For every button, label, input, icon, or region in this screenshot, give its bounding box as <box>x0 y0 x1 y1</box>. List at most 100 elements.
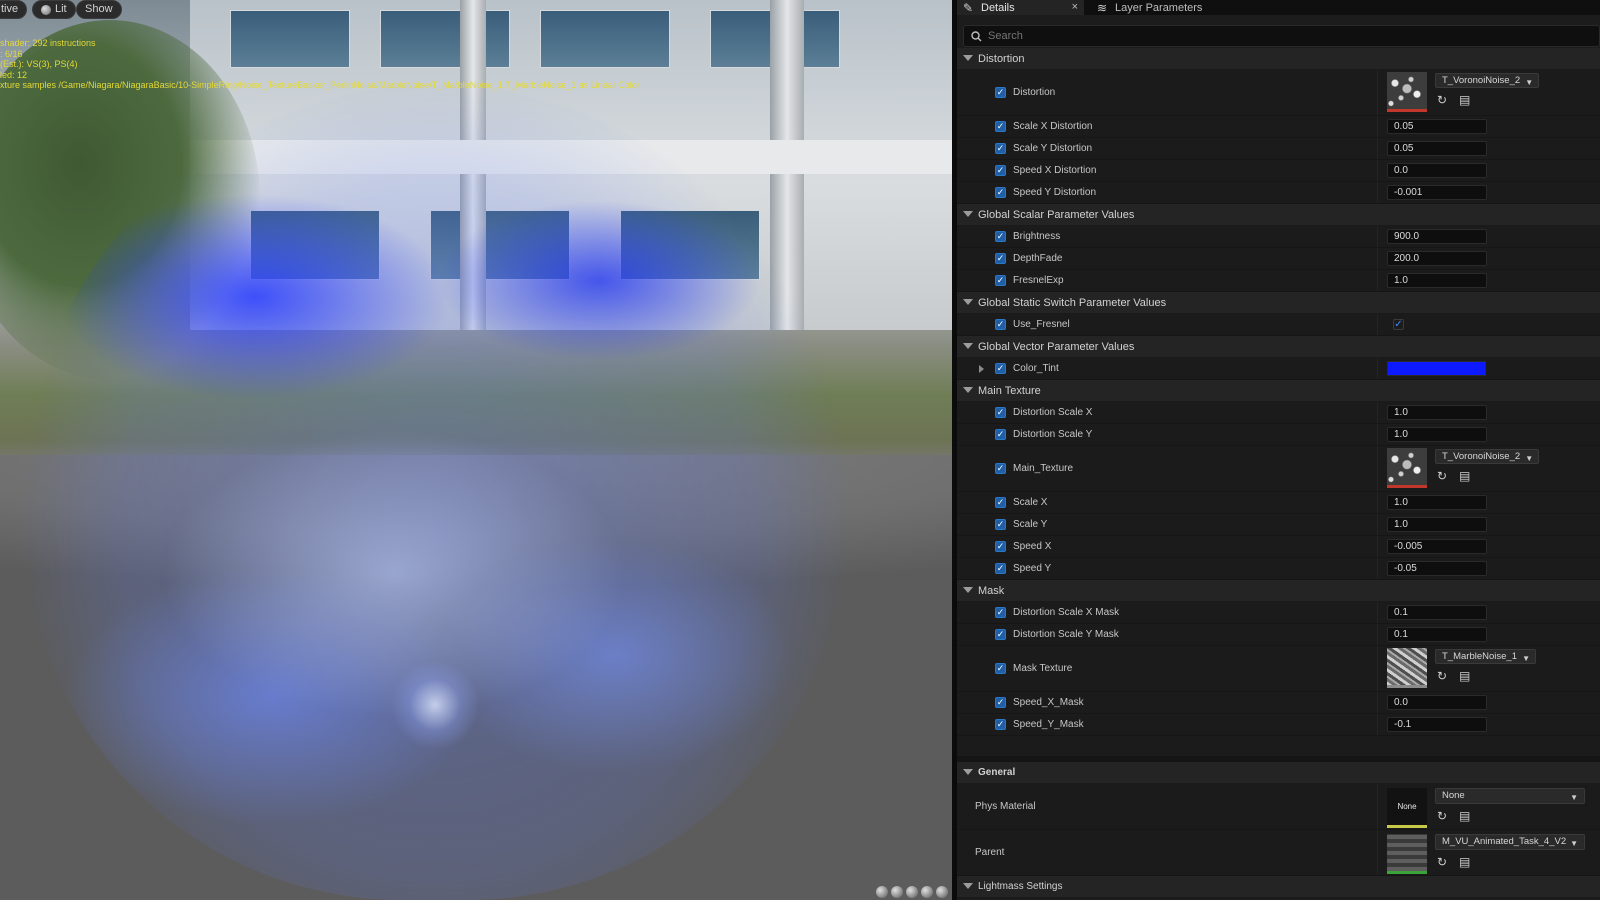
tab-layer-parameters[interactable]: ≋ Layer Parameters <box>1091 0 1291 15</box>
property-row: ✓ Scale Y 1.0 <box>957 514 1600 536</box>
parent-material-thumbnail[interactable] <box>1387 834 1427 874</box>
override-checkbox[interactable]: ✓ <box>995 253 1006 264</box>
close-icon[interactable]: × <box>1072 0 1078 14</box>
asset-picker-dropdown[interactable]: T_VoronoiNoise_2 ▼ <box>1435 449 1540 464</box>
value-field[interactable]: 0.05 <box>1387 119 1487 134</box>
value-field[interactable]: -0.005 <box>1387 539 1487 554</box>
override-checkbox[interactable]: ✓ <box>995 121 1006 132</box>
value-field[interactable]: -0.1 <box>1387 717 1487 732</box>
property-row: ✓ Distortion Scale X 1.0 <box>957 402 1600 424</box>
value-field[interactable]: 1.0 <box>1387 517 1487 532</box>
phys-material-dropdown[interactable]: None ▼ <box>1435 788 1585 804</box>
show-button[interactable]: Show <box>76 0 122 19</box>
override-checkbox[interactable]: ✓ <box>995 231 1006 242</box>
value-field[interactable]: 0.0 <box>1387 695 1487 710</box>
value-field[interactable]: 200.0 <box>1387 251 1487 266</box>
editor-window: tive Lit Show shader: 292 instructions :… <box>0 0 1600 900</box>
expand-arrow-icon[interactable] <box>979 365 984 373</box>
color-swatch[interactable] <box>1387 361 1486 376</box>
folder-icon[interactable]: ▤ <box>1459 810 1471 822</box>
browse-arrow-icon[interactable]: ↻ <box>1437 810 1449 822</box>
value-field[interactable]: 1.0 <box>1387 405 1487 420</box>
folder-icon[interactable]: ▤ <box>1459 856 1471 868</box>
value-field[interactable]: 0.0 <box>1387 163 1487 178</box>
override-checkbox[interactable]: ✓ <box>995 429 1006 440</box>
value-field[interactable]: 0.1 <box>1387 627 1487 642</box>
override-checkbox[interactable]: ✓ <box>995 463 1006 474</box>
category-global-scalar[interactable]: Global Scalar Parameter Values <box>957 204 1600 226</box>
cylinder-preview-icon[interactable] <box>876 886 888 898</box>
category-mask[interactable]: Mask <box>957 580 1600 602</box>
folder-icon[interactable]: ▤ <box>1459 670 1471 682</box>
asset-picker-dropdown[interactable]: T_MarbleNoise_1 ▼ <box>1435 649 1536 664</box>
property-row: ✓ Distortion Scale Y 1.0 <box>957 424 1600 446</box>
search-input[interactable] <box>988 30 1548 42</box>
override-checkbox[interactable]: ✓ <box>995 607 1006 618</box>
tab-details[interactable]: ✎ Details × <box>957 0 1084 15</box>
override-checkbox[interactable]: ✓ <box>995 629 1006 640</box>
override-checkbox[interactable]: ✓ <box>995 563 1006 574</box>
sphere-pole-highlight <box>390 660 480 750</box>
phys-material-thumbnail[interactable]: None <box>1387 788 1427 828</box>
category-global-static-switch[interactable]: Global Static Switch Parameter Values <box>957 292 1600 314</box>
viewport[interactable]: tive Lit Show shader: 292 instructions :… <box>0 0 952 900</box>
property-row: ✓ Main_Texture T_VoronoiNoise_2 ▼ ↻ ▤ <box>957 446 1600 492</box>
override-checkbox[interactable]: ✓ <box>995 275 1006 286</box>
override-checkbox[interactable]: ✓ <box>995 165 1006 176</box>
texture-thumbnail[interactable] <box>1387 648 1427 688</box>
override-checkbox[interactable]: ✓ <box>995 497 1006 508</box>
mesh-preview-icon[interactable] <box>936 886 948 898</box>
override-checkbox[interactable]: ✓ <box>995 519 1006 530</box>
chevron-down-icon: ▼ <box>1522 654 1530 663</box>
use-fresnel-checkbox[interactable]: ✓ <box>1393 319 1404 330</box>
value-field[interactable]: 0.1 <box>1387 605 1487 620</box>
property-label: Brightness <box>1013 231 1061 242</box>
browse-arrow-icon[interactable]: ↻ <box>1437 470 1449 482</box>
cube-preview-icon[interactable] <box>921 886 933 898</box>
override-checkbox[interactable]: ✓ <box>995 407 1006 418</box>
collapse-arrow-icon <box>963 299 973 305</box>
tab-layers-label: Layer Parameters <box>1115 1 1203 14</box>
parent-material-dropdown[interactable]: M_VU_Animated_Task_4_V2 ▼ <box>1435 834 1585 850</box>
folder-icon[interactable]: ▤ <box>1459 470 1471 482</box>
asset-picker-dropdown[interactable]: T_VoronoiNoise_2 ▼ <box>1435 73 1540 88</box>
browse-arrow-icon[interactable]: ↻ <box>1437 856 1449 868</box>
category-distortion[interactable]: Distortion <box>957 48 1600 70</box>
lit-button[interactable]: Lit <box>32 0 76 19</box>
override-checkbox[interactable]: ✓ <box>995 143 1006 154</box>
chevron-down-icon: ▼ <box>1570 839 1578 848</box>
chevron-down-icon: ▼ <box>1570 793 1578 802</box>
folder-icon[interactable]: ▤ <box>1459 94 1471 106</box>
property-label: Use_Fresnel <box>1013 319 1070 330</box>
override-checkbox[interactable]: ✓ <box>995 363 1006 374</box>
sphere-preview-icon[interactable] <box>891 886 903 898</box>
texture-thumbnail[interactable] <box>1387 72 1427 112</box>
category-main-texture[interactable]: Main Texture <box>957 380 1600 402</box>
override-checkbox[interactable]: ✓ <box>995 697 1006 708</box>
override-checkbox[interactable]: ✓ <box>995 187 1006 198</box>
override-checkbox[interactable]: ✓ <box>995 719 1006 730</box>
perspective-label: tive <box>1 3 19 15</box>
category-lightmass-settings[interactable]: Lightmass Settings <box>957 876 1600 898</box>
category-general[interactable]: General <box>957 762 1600 784</box>
category-title: Global Static Switch Parameter Values <box>978 296 1167 309</box>
value-field[interactable]: 0.05 <box>1387 141 1487 156</box>
value-field[interactable]: 1.0 <box>1387 427 1487 442</box>
category-global-vector[interactable]: Global Vector Parameter Values <box>957 336 1600 358</box>
texture-thumbnail[interactable] <box>1387 448 1427 488</box>
value-field[interactable]: -0.001 <box>1387 185 1487 200</box>
value-field[interactable]: 900.0 <box>1387 229 1487 244</box>
override-checkbox[interactable]: ✓ <box>995 663 1006 674</box>
plane-preview-icon[interactable] <box>906 886 918 898</box>
value-field[interactable]: 1.0 <box>1387 495 1487 510</box>
value-field[interactable]: -0.05 <box>1387 561 1487 576</box>
perspective-button[interactable]: tive <box>0 0 28 19</box>
override-checkbox[interactable]: ✓ <box>995 319 1006 330</box>
browse-arrow-icon[interactable]: ↻ <box>1437 94 1449 106</box>
property-row: ✓ Distortion Scale Y Mask 0.1 <box>957 624 1600 646</box>
browse-arrow-icon[interactable]: ↻ <box>1437 670 1449 682</box>
override-checkbox[interactable]: ✓ <box>995 87 1006 98</box>
override-checkbox[interactable]: ✓ <box>995 541 1006 552</box>
property-label: Scale Y Distortion <box>1013 143 1093 154</box>
value-field[interactable]: 1.0 <box>1387 273 1487 288</box>
